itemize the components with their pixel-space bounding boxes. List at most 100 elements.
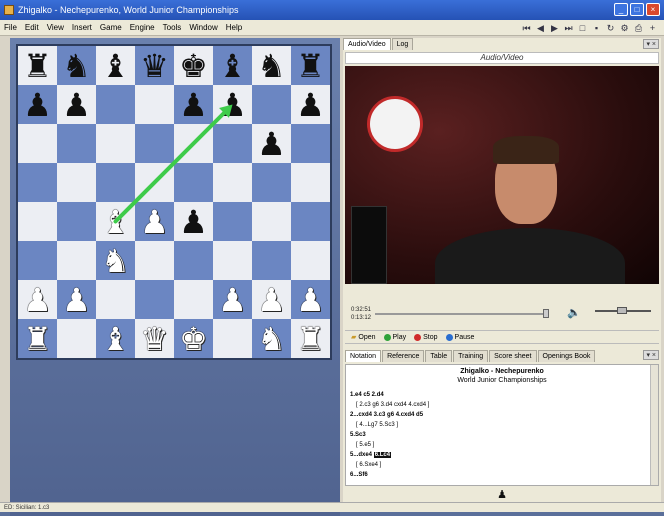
stop-button[interactable]: Stop	[414, 333, 438, 341]
square-b6[interactable]	[57, 124, 96, 163]
square-e1[interactable]: ♚	[174, 319, 213, 358]
square-d6[interactable]	[135, 124, 174, 163]
white-pawn-piece[interactable]: ♟	[23, 284, 52, 316]
square-e6[interactable]	[174, 124, 213, 163]
black-pawn-piece[interactable]: ♟	[296, 89, 325, 121]
square-b8[interactable]: ♞	[57, 46, 96, 85]
seek-knob[interactable]	[543, 309, 549, 318]
white-queen-piece[interactable]: ♛	[140, 323, 169, 355]
square-a7[interactable]: ♟	[18, 85, 57, 124]
save-icon[interactable]: ▪	[591, 23, 602, 33]
square-f7[interactable]: ♟	[213, 85, 252, 124]
square-c4[interactable]: ♝	[96, 202, 135, 241]
black-pawn-piece[interactable]: ♟	[62, 89, 91, 121]
square-c7[interactable]	[96, 85, 135, 124]
square-e3[interactable]	[174, 241, 213, 280]
pause-button[interactable]: Pause	[445, 333, 474, 341]
menu-edit[interactable]: Edit	[21, 23, 43, 32]
notation-close-icon[interactable]: ▾ ×	[643, 350, 659, 360]
square-f2[interactable]: ♟	[213, 280, 252, 319]
speaker-icon[interactable]: 🔈	[567, 306, 581, 319]
square-h8[interactable]: ♜	[291, 46, 330, 85]
square-e2[interactable]	[174, 280, 213, 319]
variation-line[interactable]: [ 5.e5 ]	[350, 440, 658, 450]
tab-table[interactable]: Table	[425, 350, 453, 362]
square-h3[interactable]	[291, 241, 330, 280]
menu-file[interactable]: File	[0, 23, 21, 32]
black-bishop-piece[interactable]: ♝	[218, 50, 247, 82]
square-d7[interactable]	[135, 85, 174, 124]
square-b1[interactable]	[57, 319, 96, 358]
square-b3[interactable]	[57, 241, 96, 280]
menu-game[interactable]: Game	[96, 23, 126, 32]
black-rook-piece[interactable]: ♜	[23, 50, 52, 82]
tab-score-sheet[interactable]: Score sheet	[489, 350, 537, 362]
square-h1[interactable]: ♜	[291, 319, 330, 358]
square-a5[interactable]	[18, 163, 57, 202]
chess-board[interactable]: ♜ ♞ ♝ ♛ ♚ ♝ ♞ ♜ ♟ ♟ ♟ ♟ ♟ ♟ ♝ ♟ ♟ ♞ ♟ ♟ ♟ ♟ ♟ ♜ ♝ ♛ ♚ ♞ ♜	[16, 44, 332, 360]
square-a4[interactable]	[18, 202, 57, 241]
pane-close-icon[interactable]: ▾ ×	[643, 39, 659, 49]
tab-notation[interactable]: Notation	[345, 350, 382, 362]
square-c8[interactable]: ♝	[96, 46, 135, 85]
white-bishop-piece[interactable]: ♝	[101, 206, 130, 238]
white-pawn-piece[interactable]: ♟	[218, 284, 247, 316]
square-e8[interactable]: ♚	[174, 46, 213, 85]
white-knight-piece[interactable]: ♞	[257, 323, 286, 355]
black-pawn-piece[interactable]: ♟	[23, 89, 52, 121]
last-move-icon[interactable]: ⏭	[563, 23, 574, 34]
square-c1[interactable]: ♝	[96, 319, 135, 358]
square-d5[interactable]	[135, 163, 174, 202]
tab-training[interactable]: Training	[453, 350, 489, 362]
black-pawn-piece[interactable]: ♟	[179, 206, 208, 238]
minimize-button[interactable]: _	[614, 3, 628, 16]
square-f3[interactable]	[213, 241, 252, 280]
move-line[interactable]: 1.e4 c5 2.d4	[350, 390, 658, 400]
menu-help[interactable]: Help	[222, 23, 246, 32]
square-g8[interactable]: ♞	[252, 46, 291, 85]
square-d4[interactable]: ♟	[135, 202, 174, 241]
new-icon[interactable]: □	[577, 23, 588, 33]
move-line[interactable]: 5.Sc3	[350, 430, 658, 440]
square-g4[interactable]	[252, 202, 291, 241]
move-line[interactable]: 6...Sf6	[350, 470, 658, 480]
close-button[interactable]: ×	[646, 3, 660, 16]
flip-board-icon[interactable]: ↻	[605, 23, 616, 34]
menu-tools[interactable]: Tools	[159, 23, 186, 32]
forward-icon[interactable]: ▶	[549, 23, 560, 34]
square-d3[interactable]	[135, 241, 174, 280]
white-pawn-piece[interactable]: ♟	[62, 284, 91, 316]
print-icon[interactable]: ⎙	[633, 23, 644, 34]
square-b2[interactable]: ♟	[57, 280, 96, 319]
square-a6[interactable]	[18, 124, 57, 163]
square-h5[interactable]	[291, 163, 330, 202]
square-d1[interactable]: ♛	[135, 319, 174, 358]
white-rook-piece[interactable]: ♜	[296, 323, 325, 355]
open-button[interactable]: ▰ Open	[351, 333, 376, 342]
variation-line[interactable]: [ 6.Sxe4 ]	[350, 460, 658, 470]
square-a1[interactable]: ♜	[18, 319, 57, 358]
engine-icon[interactable]: ⚙	[619, 23, 630, 34]
current-move[interactable]: 6.Lc4	[373, 452, 392, 458]
variation-line[interactable]: [ 2.c3 g6 3.d4 cxd4 4.cxd4 ]	[350, 400, 658, 410]
tab-openings-book[interactable]: Openings Book	[537, 350, 596, 362]
menu-insert[interactable]: Insert	[68, 23, 96, 32]
square-g2[interactable]: ♟	[252, 280, 291, 319]
square-h2[interactable]: ♟	[291, 280, 330, 319]
variation-line[interactable]: [ 4...Lg7 5.Sc3 ]	[350, 420, 658, 430]
white-pawn-piece[interactable]: ♟	[296, 284, 325, 316]
square-g7[interactable]	[252, 85, 291, 124]
square-e4[interactable]: ♟	[174, 202, 213, 241]
square-a3[interactable]	[18, 241, 57, 280]
square-b7[interactable]: ♟	[57, 85, 96, 124]
square-b4[interactable]	[57, 202, 96, 241]
black-queen-piece[interactable]: ♛	[140, 50, 169, 82]
menu-view[interactable]: View	[43, 23, 68, 32]
maximize-button[interactable]: □	[630, 3, 644, 16]
square-a8[interactable]: ♜	[18, 46, 57, 85]
square-h7[interactable]: ♟	[291, 85, 330, 124]
white-king-piece[interactable]: ♚	[179, 323, 208, 355]
first-move-icon[interactable]: ⏮	[521, 23, 532, 34]
move-line[interactable]: 5...dxe4 6.Lc4	[350, 450, 658, 460]
play-button[interactable]: Play	[383, 333, 406, 341]
